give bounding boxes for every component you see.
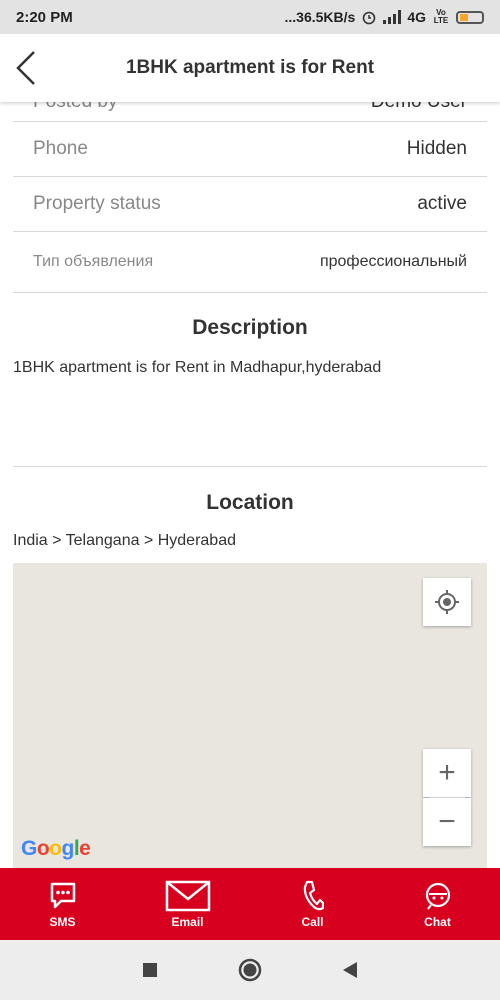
- network-type: 4G: [407, 9, 426, 25]
- call-label: Call: [301, 915, 324, 929]
- chat-button[interactable]: Chat: [375, 868, 500, 940]
- detail-row-property-status: Property status active: [13, 177, 487, 232]
- back-nav-icon[interactable]: [342, 961, 358, 979]
- email-button[interactable]: Email: [125, 868, 250, 940]
- home-icon[interactable]: [238, 958, 262, 982]
- crosshair-icon: [435, 590, 459, 614]
- status-indicators: ...36.5KB/s 4G Vo LTE: [284, 9, 484, 25]
- divider: [13, 466, 487, 467]
- alarm-icon: [363, 11, 376, 25]
- chat-label: Chat: [424, 915, 451, 929]
- sms-label: SMS: [49, 915, 76, 929]
- email-icon: [165, 880, 210, 912]
- page-title: 1BHK apartment is for Rent: [125, 57, 375, 78]
- status-bar: 2:20 PM ...36.5KB/s 4G Vo LTE: [0, 0, 500, 34]
- my-location-button[interactable]: [423, 578, 471, 626]
- sms-button[interactable]: SMS: [0, 868, 125, 940]
- system-nav-bar: [0, 940, 500, 1000]
- app-bar: 1BHK apartment is for Rent: [0, 34, 500, 102]
- detail-row-phone: Phone Hidden: [13, 122, 487, 177]
- chevron-left-icon: [16, 51, 35, 85]
- detail-value: Hidden: [406, 138, 467, 159]
- email-label: Email: [171, 915, 204, 929]
- description-title: Description: [192, 316, 308, 339]
- battery-icon: [456, 10, 484, 24]
- location-title: Location: [206, 491, 294, 514]
- detail-row-posted-by: Posted by Demo User: [13, 102, 487, 122]
- back-button[interactable]: [4, 46, 48, 90]
- volte-badge: Vo LTE: [433, 8, 449, 25]
- detail-label: Phone: [33, 138, 88, 159]
- map[interactable]: + − Google: [13, 563, 487, 868]
- phone-icon: [303, 880, 324, 911]
- detail-label: Property status: [33, 193, 161, 214]
- detail-value: профессиональный: [319, 253, 467, 270]
- network-speed: ...36.5KB/s: [284, 9, 356, 25]
- sms-icon: [50, 882, 75, 909]
- recents-icon[interactable]: [142, 962, 158, 978]
- detail-value: active: [417, 193, 467, 214]
- listing-content[interactable]: Posted by Demo User Phone Hidden Propert…: [0, 102, 500, 868]
- google-logo: Google: [21, 837, 91, 860]
- call-button[interactable]: Call: [250, 868, 375, 940]
- status-time: 2:20 PM: [16, 8, 73, 26]
- bottom-action-bar: SMS Email Call Chat: [0, 868, 500, 940]
- description-text: 1BHK apartment is for Rent in Madhapur,h…: [13, 359, 382, 376]
- location-breadcrumb: India > Telangana > Hyderabad: [13, 532, 236, 549]
- detail-label: Posted by: [33, 102, 118, 113]
- zoom-in-button[interactable]: +: [423, 749, 471, 797]
- detail-label: Тип объявления: [33, 253, 154, 270]
- signal-icon: [383, 10, 402, 24]
- detail-row-listing-type: Тип объявления профессиональный: [13, 232, 487, 293]
- detail-value: Demo User: [371, 102, 467, 113]
- zoom-out-button[interactable]: −: [423, 798, 471, 846]
- chat-icon: [425, 882, 450, 910]
